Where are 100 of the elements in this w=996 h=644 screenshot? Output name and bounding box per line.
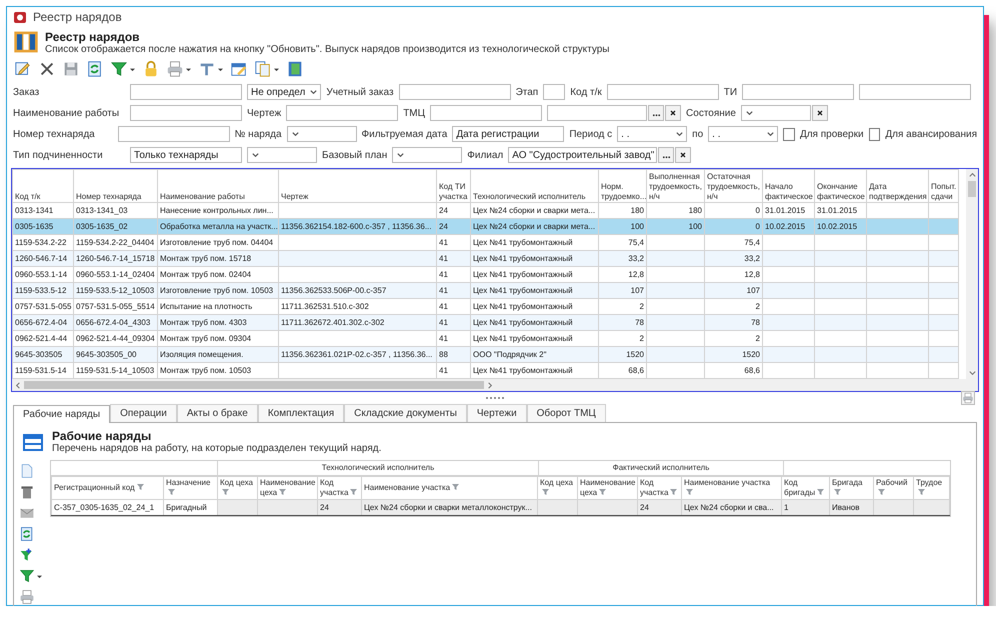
text-field[interactable] xyxy=(130,105,242,121)
column-header[interactable]: Трудое xyxy=(914,476,950,500)
text-field[interactable] xyxy=(606,84,719,100)
text-field[interactable]: Дата регистрации xyxy=(452,126,564,142)
dropdown[interactable]: Не определ xyxy=(247,84,322,100)
column-header[interactable]: Регистрационный код xyxy=(52,476,164,500)
table-row[interactable]: 0305-1635 0305-1635_02 Обработка металла на участк... 11356.362154.182-600.с-357 , 11356.36... 24 Цех №24 сборки и сварки мета... 100 100 0 10.02.2015 10.02.2015 xyxy=(12,218,958,234)
chevron-down-icon xyxy=(968,369,976,377)
column-header[interactable]: Код цеха xyxy=(538,476,578,500)
dropdown[interactable] xyxy=(392,147,462,163)
text-field[interactable] xyxy=(742,84,854,100)
checkbox[interactable] xyxy=(868,128,880,140)
text-field[interactable] xyxy=(859,84,972,100)
column-header[interactable]: Бригада xyxy=(830,476,874,500)
filter-icon[interactable] xyxy=(918,489,925,495)
column-header[interactable]: Назначение xyxy=(164,476,218,500)
text-field[interactable] xyxy=(286,105,398,121)
filter-icon[interactable] xyxy=(834,489,841,495)
column-header[interactable]: Окончание фактическое xyxy=(814,170,866,202)
column-header[interactable]: Начало фактическое xyxy=(762,170,814,202)
filter-icon[interactable] xyxy=(452,484,460,490)
browse-button[interactable] xyxy=(648,105,664,121)
dropdown[interactable]: . . xyxy=(617,126,688,142)
text-field[interactable] xyxy=(118,126,230,142)
column-header[interactable]: Наименование цеха xyxy=(258,476,318,500)
table-cell: 0 xyxy=(756,206,760,215)
column-header[interactable]: Код т/к xyxy=(12,170,74,202)
column-header[interactable]: Норм. трудоемко... xyxy=(598,170,646,202)
tab[interactable]: Складские документы xyxy=(344,404,467,422)
table-cell: 31.01.2015 xyxy=(817,206,858,215)
column-header[interactable]: Наименование цеха xyxy=(578,476,638,500)
filter-button[interactable] xyxy=(18,567,44,585)
clear-button[interactable] xyxy=(665,105,682,121)
tab[interactable]: Операции xyxy=(110,404,177,422)
text-field[interactable]: Только технаряды xyxy=(130,147,242,163)
column-header[interactable]: Выполненная трудоемкость, н/ч xyxy=(646,170,704,202)
chevron-down-icon xyxy=(744,109,754,117)
column-header[interactable]: Наименование участка xyxy=(682,476,782,500)
table-cell: 24 xyxy=(439,206,448,215)
column-header[interactable]: Наименование работы xyxy=(158,170,278,202)
tab[interactable]: Акты о браке xyxy=(176,404,258,422)
column-header[interactable]: Наименование участка xyxy=(362,476,538,500)
text-field[interactable] xyxy=(430,105,542,121)
table-cell: Цех №24 сборки и сварки мета... xyxy=(473,206,596,215)
column-header[interactable]: Код ТИ участка xyxy=(436,170,470,202)
dropdown[interactable] xyxy=(286,126,357,142)
column-header[interactable]: Технологический исполнитель xyxy=(470,170,598,202)
column-header[interactable]: Дата подтверждения xyxy=(866,170,928,202)
print-button[interactable] xyxy=(961,391,975,405)
vertical-scrollbar[interactable] xyxy=(966,169,978,379)
field-label: ТМЦ xyxy=(403,108,426,118)
dropdown[interactable] xyxy=(247,147,317,163)
text-field[interactable] xyxy=(130,84,242,100)
field-label: ТИ xyxy=(724,86,738,98)
lookup-field[interactable] xyxy=(547,105,648,121)
text-field[interactable] xyxy=(398,84,511,100)
table-row[interactable]: 1159-533.5-12 1159-533.5-12_10503 Изготовление труб пом. 10503 11356.362533.506Р-00.с-357 41 Цех №41 трубомонтажный 107 107 xyxy=(12,282,958,298)
table-cell: 100 xyxy=(630,222,644,231)
tab[interactable]: Комплектация xyxy=(258,404,344,422)
table-row[interactable]: С-357_0305-1635_02_24_1 Бригадный 24 Цех №24 сборки и сварки металлоконструк... 24 Цех №24 сборки и сва... 1 Иванов xyxy=(52,500,950,516)
column-header[interactable]: Остаточная трудоемкость, н/ч xyxy=(704,170,762,202)
clear-button[interactable] xyxy=(675,147,692,163)
filter-icon[interactable] xyxy=(279,489,286,495)
checkbox[interactable] xyxy=(783,128,795,140)
table-cell: Цех №24 сборки и сварки металлоконструк... xyxy=(364,503,532,512)
column-header[interactable]: Код участка xyxy=(638,476,682,500)
text-field[interactable] xyxy=(543,84,566,100)
filter-icon[interactable] xyxy=(222,489,229,495)
browse-button[interactable] xyxy=(658,147,674,163)
filter-icon[interactable] xyxy=(686,489,693,495)
filter-icon[interactable] xyxy=(878,489,885,495)
filter-icon[interactable] xyxy=(599,489,606,495)
clear-button[interactable] xyxy=(812,105,828,121)
table-row[interactable]: 0656-672.4-04 0656-672.4-04_4303 Монтаж труб пом. 4303 11711.362672.401.302.с-302 41 Цех №41 трубомонтажный 78 78 xyxy=(12,314,958,330)
column-header[interactable]: Код участка xyxy=(318,476,362,500)
scrollbar-thumb[interactable] xyxy=(24,381,484,389)
print-button[interactable] xyxy=(165,59,193,79)
filter-icon[interactable] xyxy=(817,489,824,495)
column-header[interactable]: Код бригады xyxy=(782,476,830,500)
filter-icon[interactable] xyxy=(542,489,549,495)
tab[interactable]: Рабочие наряды xyxy=(13,405,110,423)
grip-icon[interactable] xyxy=(485,396,505,400)
column-header[interactable]: Номер технаряда xyxy=(74,170,158,202)
tab[interactable]: Оборот ТМЦ xyxy=(526,404,606,422)
filter-icon[interactable] xyxy=(136,484,144,490)
copy-button[interactable] xyxy=(253,59,281,79)
lookup-field[interactable]: АО "Судостроительный завод" xyxy=(508,147,658,163)
tab[interactable]: Чертежи xyxy=(466,404,527,422)
filter-icon[interactable] xyxy=(670,489,678,495)
table-row[interactable]: 9645-303505 9645-303505_00 Изоляция помещения. 11356.362361.021Р-02.с-357 , 11356.36... 88 ООО "Подрядчик 2" 1520 1520 xyxy=(12,346,958,362)
column-header[interactable]: Рабочий xyxy=(874,476,914,500)
column-header[interactable]: Код цеха xyxy=(218,476,258,500)
table-row[interactable]: 1260-546.7-14 1260-546.7-14_15718 Монтаж труб пом. 15718 41 Цех №41 трубомонтажный 33,2 33,2 xyxy=(12,250,958,266)
filter-icon[interactable] xyxy=(168,489,175,495)
column-header[interactable]: Чертеж xyxy=(278,170,436,202)
filter-icon[interactable] xyxy=(350,489,358,495)
column-header[interactable]: Попыт. сдачи xyxy=(928,170,958,202)
dropdown[interactable]: . . xyxy=(708,126,778,142)
horizontal-scrollbar[interactable] xyxy=(12,379,978,391)
scrollbar-thumb[interactable] xyxy=(968,181,976,197)
